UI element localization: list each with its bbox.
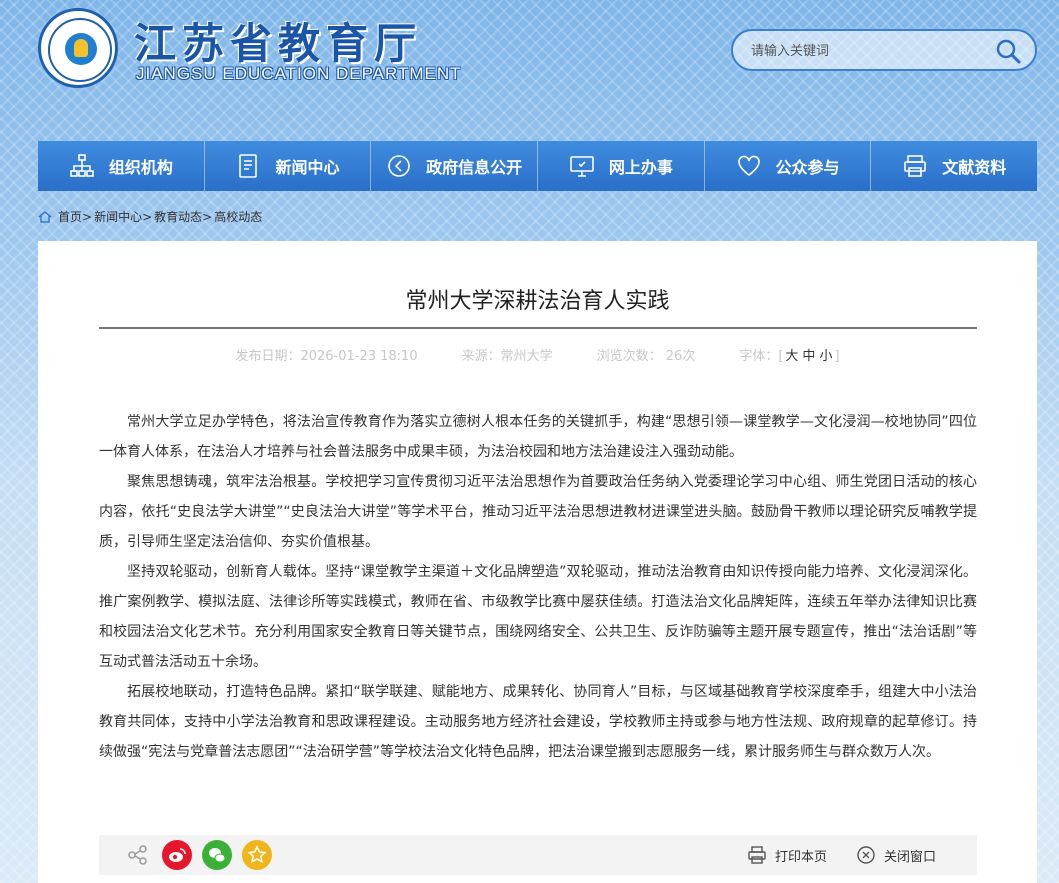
close-icon — [857, 846, 875, 864]
print-label: 打印本页 — [775, 849, 828, 865]
article-title: 常州大学深耕法治育人实践 — [405, 289, 670, 314]
article-source: 来源：常州大学 — [461, 349, 553, 364]
nav-label: 组织机构 — [108, 158, 173, 177]
nav-label: 新闻中心 — [275, 158, 340, 177]
close-label: 关闭窗口 — [884, 849, 937, 865]
close-window-button[interactable]: 关闭窗口 — [856, 845, 936, 865]
wechat-icon — [209, 848, 226, 863]
article-paragraph: 坚持双轮驱动，创新育人载体。坚持“课堂教学主渠道＋文化品牌塑造”双轮驱动，推动法… — [99, 564, 977, 670]
monitor-icon — [570, 156, 594, 177]
site-logo[interactable]: 江苏省教育厅 JIANGSU EDUCATION DEPARTMENT — [38, 8, 498, 88]
weibo-icon — [169, 848, 186, 862]
share-icon[interactable] — [127, 844, 149, 866]
bracket-open: [ — [778, 349, 784, 364]
article-paragraph: 拓展校地联动，打造特色品牌。紧扣“联学联建、赋能地方、成果转化、协同育人”目标，… — [99, 684, 977, 760]
favorite-icon — [247, 845, 267, 864]
main-nav: 组织机构 新闻中心 政府信息公开 网上办事 公众参与 文献资料 — [38, 141, 1037, 191]
disclosure-icon — [388, 155, 410, 177]
article-panel: 常州大学深耕法治育人实践 发布日期：2026-01-23 18:10 来源：常州… — [38, 241, 1037, 883]
search-input[interactable] — [751, 40, 971, 62]
favorite-share-button[interactable] — [242, 840, 272, 870]
search-box — [731, 29, 1037, 71]
title-divider — [99, 327, 977, 329]
breadcrumb-home[interactable]: 首页> — [58, 208, 92, 225]
nav-label: 政府信息公开 — [426, 158, 523, 177]
site-title-cn: 江苏省教育厅 — [134, 19, 423, 68]
publish-date: 发布日期：2026-01-23 18:10 — [235, 349, 418, 364]
nav-label: 公众参与 — [775, 158, 840, 177]
nav-label: 网上办事 — [608, 158, 673, 177]
nav-item-documents[interactable]: 文献资料 — [871, 141, 1037, 191]
search-icon[interactable] — [995, 38, 1021, 64]
org-chart-icon — [70, 154, 94, 177]
nav-item-disclosure[interactable]: 政府信息公开 — [371, 141, 539, 191]
article-meta: 发布日期：2026-01-23 18:10 来源：常州大学 浏览次数： 26次 … — [38, 345, 1037, 365]
article-body: 常州大学立足办学特色，将法治宣传教育作为落实立德树人根本任务的关键抓手，构建“思… — [99, 407, 977, 767]
font-size-label: 字体： — [739, 349, 779, 364]
font-small-option[interactable]: 小 — [819, 349, 832, 364]
heart-icon — [737, 155, 760, 176]
bracket-close: ] — [834, 349, 840, 364]
share-bar: 打印本页 关闭窗口 — [99, 835, 977, 875]
wechat-share-button[interactable] — [202, 840, 232, 870]
print-page-button[interactable]: 打印本页 — [747, 845, 827, 865]
font-medium-option[interactable]: 中 — [802, 349, 815, 364]
font-large-option[interactable]: 大 — [785, 349, 798, 364]
article-paragraph: 常州大学立足办学特色，将法治宣传教育作为落实立德树人根本任务的关键抓手，构建“思… — [99, 414, 977, 460]
printer-icon — [904, 155, 926, 177]
nav-label: 文献资料 — [942, 158, 1007, 177]
printer-icon — [748, 846, 766, 864]
nav-item-org[interactable]: 组织机构 — [38, 141, 205, 191]
font-size-control: 字体：[大中小] — [739, 345, 839, 365]
breadcrumb: 首页> 新闻中心> 教育动态> 高校动态 — [38, 208, 262, 225]
view-count: 浏览次数： 26次 — [596, 349, 696, 364]
breadcrumb-edu-news[interactable]: 教育动态> — [154, 208, 212, 225]
breadcrumb-university-news[interactable]: 高校动态 — [214, 208, 262, 225]
breadcrumb-news[interactable]: 新闻中心> — [94, 208, 152, 225]
weibo-share-button[interactable] — [162, 840, 192, 870]
nav-item-news[interactable]: 新闻中心 — [205, 141, 372, 191]
nav-item-online-services[interactable]: 网上办事 — [538, 141, 705, 191]
news-doc-icon — [238, 154, 257, 178]
emblem-icon — [38, 8, 118, 88]
nav-item-participation[interactable]: 公众参与 — [705, 141, 872, 191]
site-title-en: JIANGSU EDUCATION DEPARTMENT — [136, 64, 462, 83]
article-paragraph: 聚焦思想铸魂，筑牢法治根基。学校把学习宣传贯彻习近平法治思想作为首要政治任务纳入… — [99, 474, 977, 550]
home-icon — [38, 210, 52, 223]
